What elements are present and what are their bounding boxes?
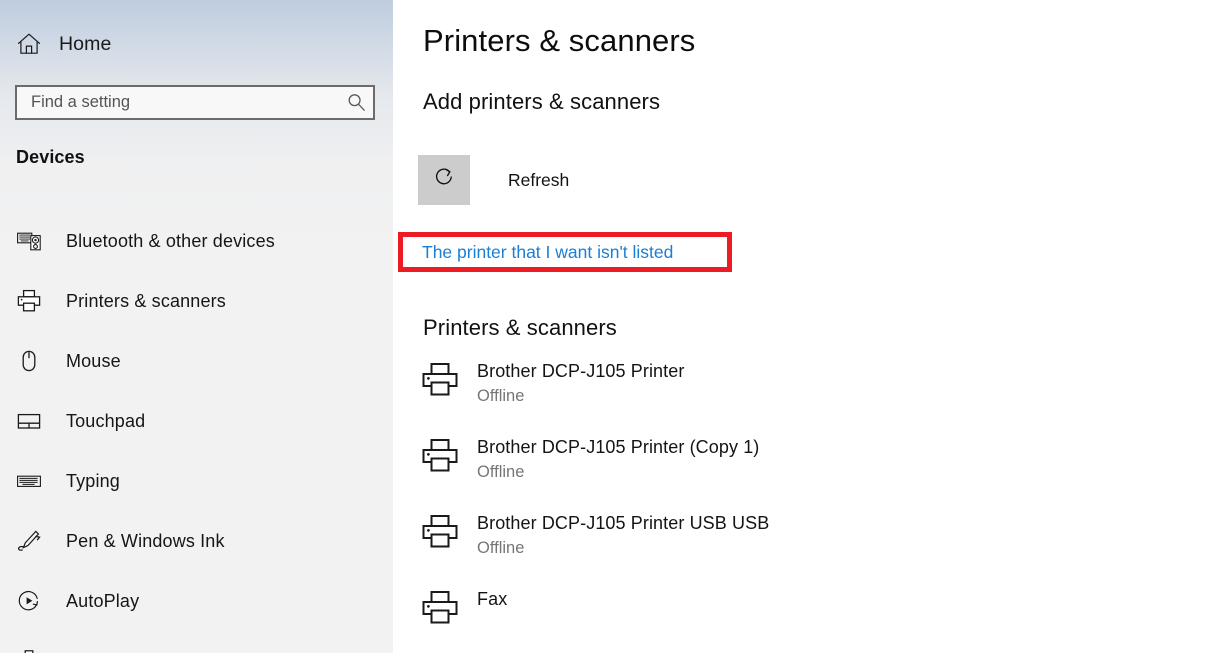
sidebar-home-button[interactable]: Home [0, 26, 393, 62]
sidebar-item-label: Mouse [66, 350, 121, 371]
add-printers-section-heading: Add printers & scanners [423, 89, 661, 114]
sidebar-item-typing[interactable]: Typing [0, 451, 393, 511]
printer-icon [14, 286, 44, 316]
mouse-icon [14, 346, 44, 376]
sidebar-item-mouse[interactable]: Mouse [0, 331, 393, 391]
refresh-row: Refresh [418, 155, 569, 205]
sidebar-nav-list: Bluetooth & other devices Printers & sca… [0, 211, 393, 653]
autoplay-icon [14, 586, 44, 616]
sidebar-item-label: Typing [66, 470, 120, 491]
printer-list-item[interactable]: Brother DCP-J105 Printer Offline [393, 358, 1223, 434]
printer-icon [418, 586, 462, 630]
printer-icon [418, 434, 462, 478]
sidebar-home-label: Home [59, 32, 112, 55]
sidebar-item-label: Touchpad [66, 410, 146, 431]
main-content: Printers & scanners Add printers & scann… [393, 0, 1223, 653]
printer-text: Fax [477, 586, 507, 611]
printer-text: Brother DCP-J105 Printer (Copy 1) Offlin… [477, 434, 759, 484]
printer-icon [418, 510, 462, 554]
printer-name: Fax [477, 589, 508, 609]
printer-list-item[interactable]: Brother DCP-J105 Printer USB USB Offline [393, 510, 1223, 586]
highlight-annotation-box: The printer that I want isn't listed [398, 232, 732, 272]
sidebar-item-touchpad[interactable]: Touchpad [0, 391, 393, 451]
sidebar-item-label: Bluetooth & other devices [66, 230, 275, 251]
printer-status: Offline [477, 539, 525, 557]
sidebar-item-label: Pen & Windows Ink [66, 530, 225, 551]
sidebar-item-label: Printers & scanners [66, 290, 226, 311]
sidebar: Home Devices [0, 0, 393, 653]
printer-list: Brother DCP-J105 Printer Offline Brother… [393, 358, 1223, 653]
sidebar-item-autoplay[interactable]: AutoPlay [0, 571, 393, 631]
refresh-label: Refresh [508, 169, 570, 190]
search-icon[interactable] [339, 87, 373, 118]
keyboard-icon [14, 466, 44, 496]
sidebar-category-heading: Devices [16, 147, 85, 167]
refresh-button[interactable] [418, 155, 470, 205]
page-title: Printers & scanners [423, 23, 696, 58]
usb-icon [14, 646, 44, 653]
sidebar-item-bluetooth-other-devices[interactable]: Bluetooth & other devices [0, 211, 393, 271]
printer-list-item[interactable]: Brother DCP-J105 Printer (Copy 1) Offlin… [393, 434, 1223, 510]
printer-text: Brother DCP-J105 Printer Offline [477, 358, 684, 408]
bluetooth-devices-icon [14, 226, 44, 256]
printer-not-listed-link[interactable]: The printer that I want isn't listed [403, 237, 727, 267]
search-input[interactable] [17, 87, 339, 118]
sidebar-item-pen-windows-ink[interactable]: Pen & Windows Ink [0, 511, 393, 571]
printer-icon [418, 358, 462, 402]
printer-status: Offline [477, 463, 525, 481]
printer-list-item[interactable]: Fax [393, 586, 1223, 653]
printer-text: Brother DCP-J105 Printer USB USB Offline [477, 510, 769, 560]
pen-icon [14, 526, 44, 556]
printer-status: Offline [477, 387, 525, 405]
refresh-icon [433, 166, 456, 194]
sidebar-item-usb[interactable]: USB [0, 631, 393, 653]
settings-window: Home Devices [0, 0, 1223, 653]
search-box[interactable] [15, 85, 375, 120]
sidebar-item-label: AutoPlay [66, 590, 140, 611]
printer-name: Brother DCP-J105 Printer [477, 361, 685, 381]
printer-name: Brother DCP-J105 Printer USB USB [477, 513, 770, 533]
home-icon [16, 31, 42, 57]
printers-list-section-heading: Printers & scanners [423, 315, 617, 340]
sidebar-item-printers-scanners[interactable]: Printers & scanners [0, 271, 393, 331]
printer-name: Brother DCP-J105 Printer (Copy 1) [477, 437, 760, 457]
touchpad-icon [14, 406, 44, 436]
